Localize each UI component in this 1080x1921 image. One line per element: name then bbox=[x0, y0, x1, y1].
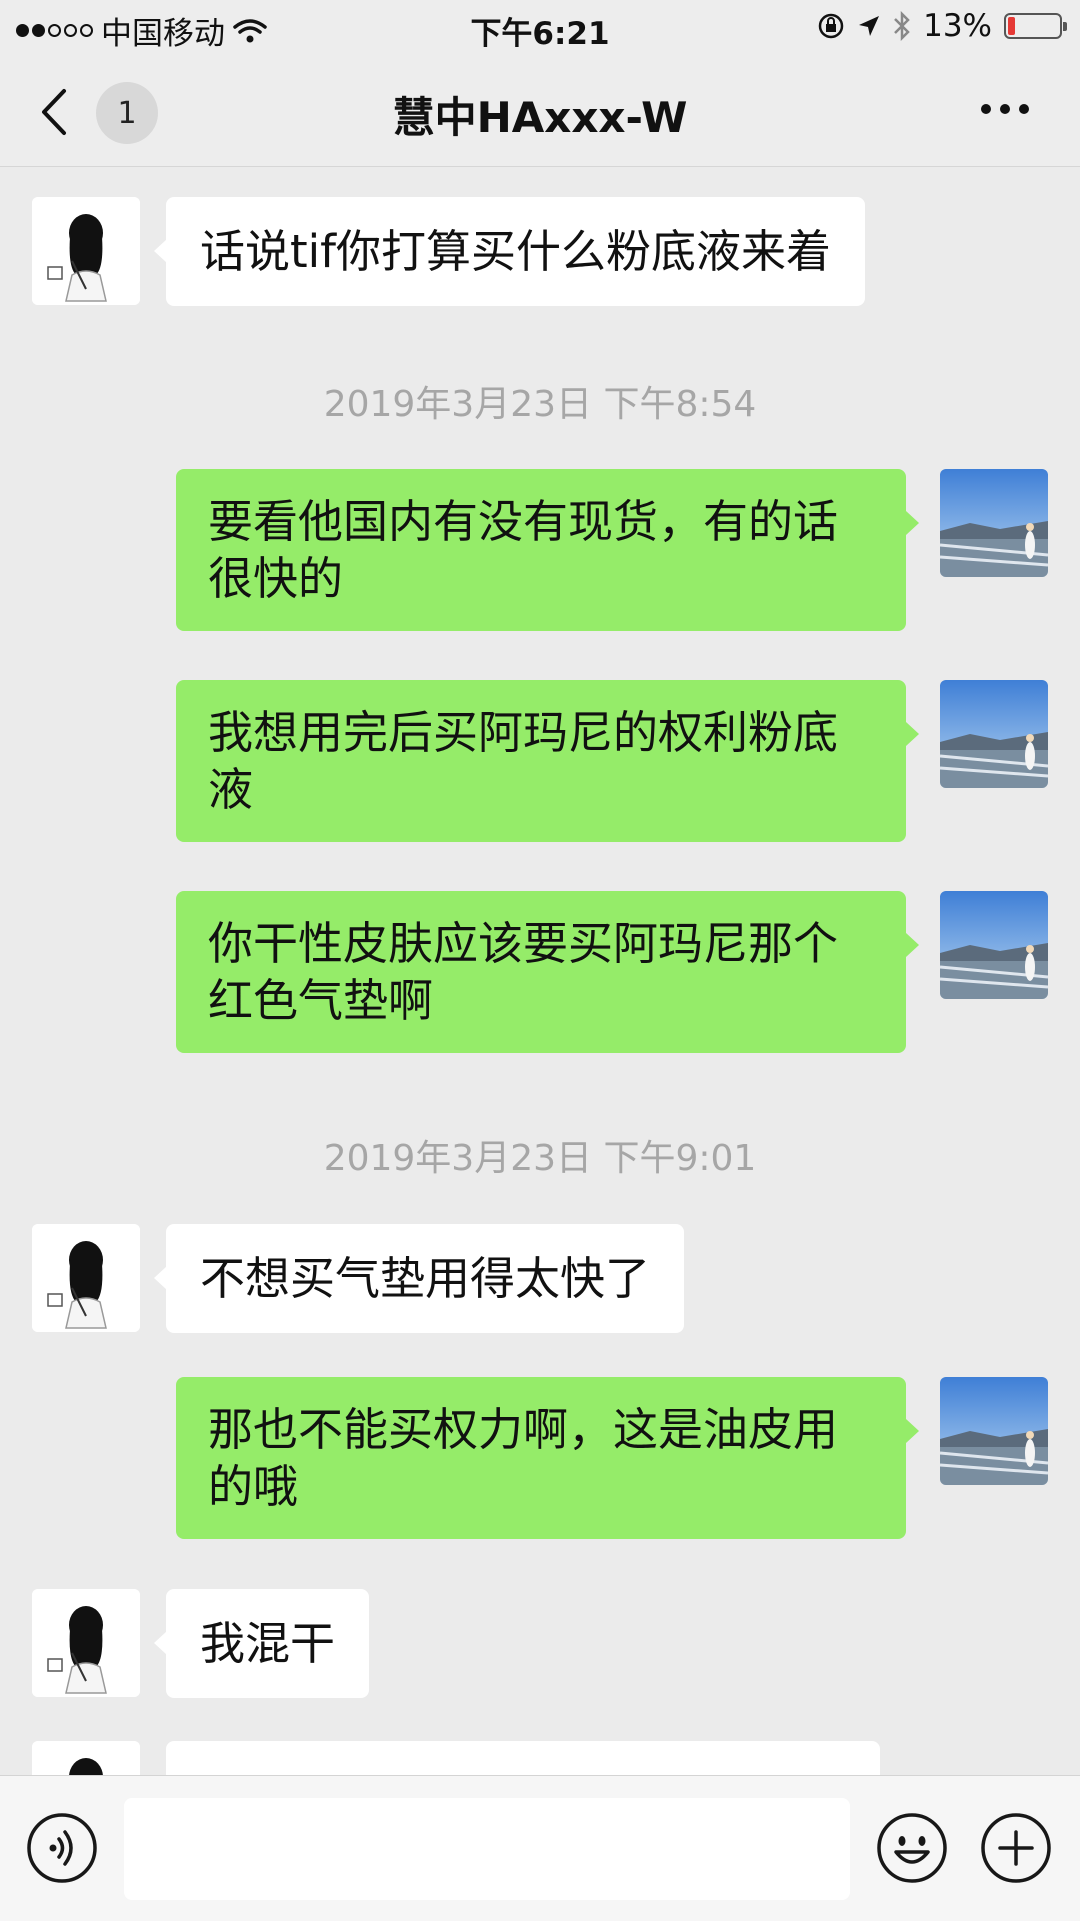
chat-title: 慧中HAxxx-W bbox=[392, 93, 688, 142]
message-input[interactable] bbox=[124, 1798, 850, 1900]
more-dots-icon bbox=[981, 104, 1029, 114]
message-bubble[interactable]: 不想买气垫用得太快了 bbox=[153, 1224, 685, 1333]
nav-bar: 1 慧中HAxxx-W bbox=[0, 54, 1080, 167]
message-bubble[interactable]: 要看他国内有没有现货，有的话很快的 bbox=[176, 469, 919, 631]
battery-level bbox=[1008, 17, 1015, 35]
message-bubble[interactable]: 话说tif你打算买什么粉底液来着 bbox=[154, 197, 865, 306]
location-icon bbox=[859, 16, 880, 36]
emoji-icon bbox=[877, 1813, 947, 1883]
message-bubble[interactable]: 我混干 bbox=[153, 1589, 370, 1698]
status-bar: 中国移动 下午6:21 13% bbox=[0, 0, 1080, 54]
input-bar bbox=[0, 1775, 1080, 1921]
contact-avatar[interactable] bbox=[32, 1741, 140, 1775]
rotation-lock-icon bbox=[818, 13, 844, 39]
battery-icon bbox=[1004, 13, 1067, 39]
emoji-button[interactable] bbox=[876, 1812, 948, 1884]
contact-avatar[interactable] bbox=[32, 1589, 140, 1697]
more-button[interactable] bbox=[970, 84, 1040, 134]
my-avatar[interactable] bbox=[940, 680, 1048, 788]
message-bubble[interactable] bbox=[166, 1741, 880, 1775]
message-bubble[interactable]: 那也不能买权力啊，这是油皮用的哦 bbox=[176, 1377, 919, 1539]
voice-button[interactable] bbox=[26, 1812, 98, 1884]
contact-avatar[interactable] bbox=[32, 197, 140, 305]
status-right: 13% bbox=[817, 8, 1067, 44]
more-functions-button[interactable] bbox=[980, 1812, 1052, 1884]
battery-percent: 13% bbox=[923, 8, 992, 44]
timestamp: 2019年3月23日 下午8:54 bbox=[323, 384, 757, 425]
my-avatar[interactable] bbox=[940, 1377, 1048, 1485]
message-bubble[interactable]: 我想用完后买阿玛尼的权利粉底液 bbox=[176, 680, 919, 842]
contact-avatar[interactable] bbox=[32, 1224, 140, 1332]
chat-area[interactable]: 话说tif你打算买什么粉底液来着 2019年3月23日 下午8:54 要看他国内… bbox=[0, 167, 1080, 1775]
bluetooth-icon bbox=[894, 11, 910, 41]
message-bubble[interactable]: 你干性皮肤应该要买阿玛尼那个红色气垫啊 bbox=[176, 891, 919, 1053]
timestamp: 2019年3月23日 下午9:01 bbox=[323, 1138, 757, 1179]
voice-icon bbox=[27, 1813, 97, 1883]
my-avatar[interactable] bbox=[940, 891, 1048, 999]
plus-icon bbox=[981, 1813, 1051, 1883]
my-avatar[interactable] bbox=[940, 469, 1048, 577]
